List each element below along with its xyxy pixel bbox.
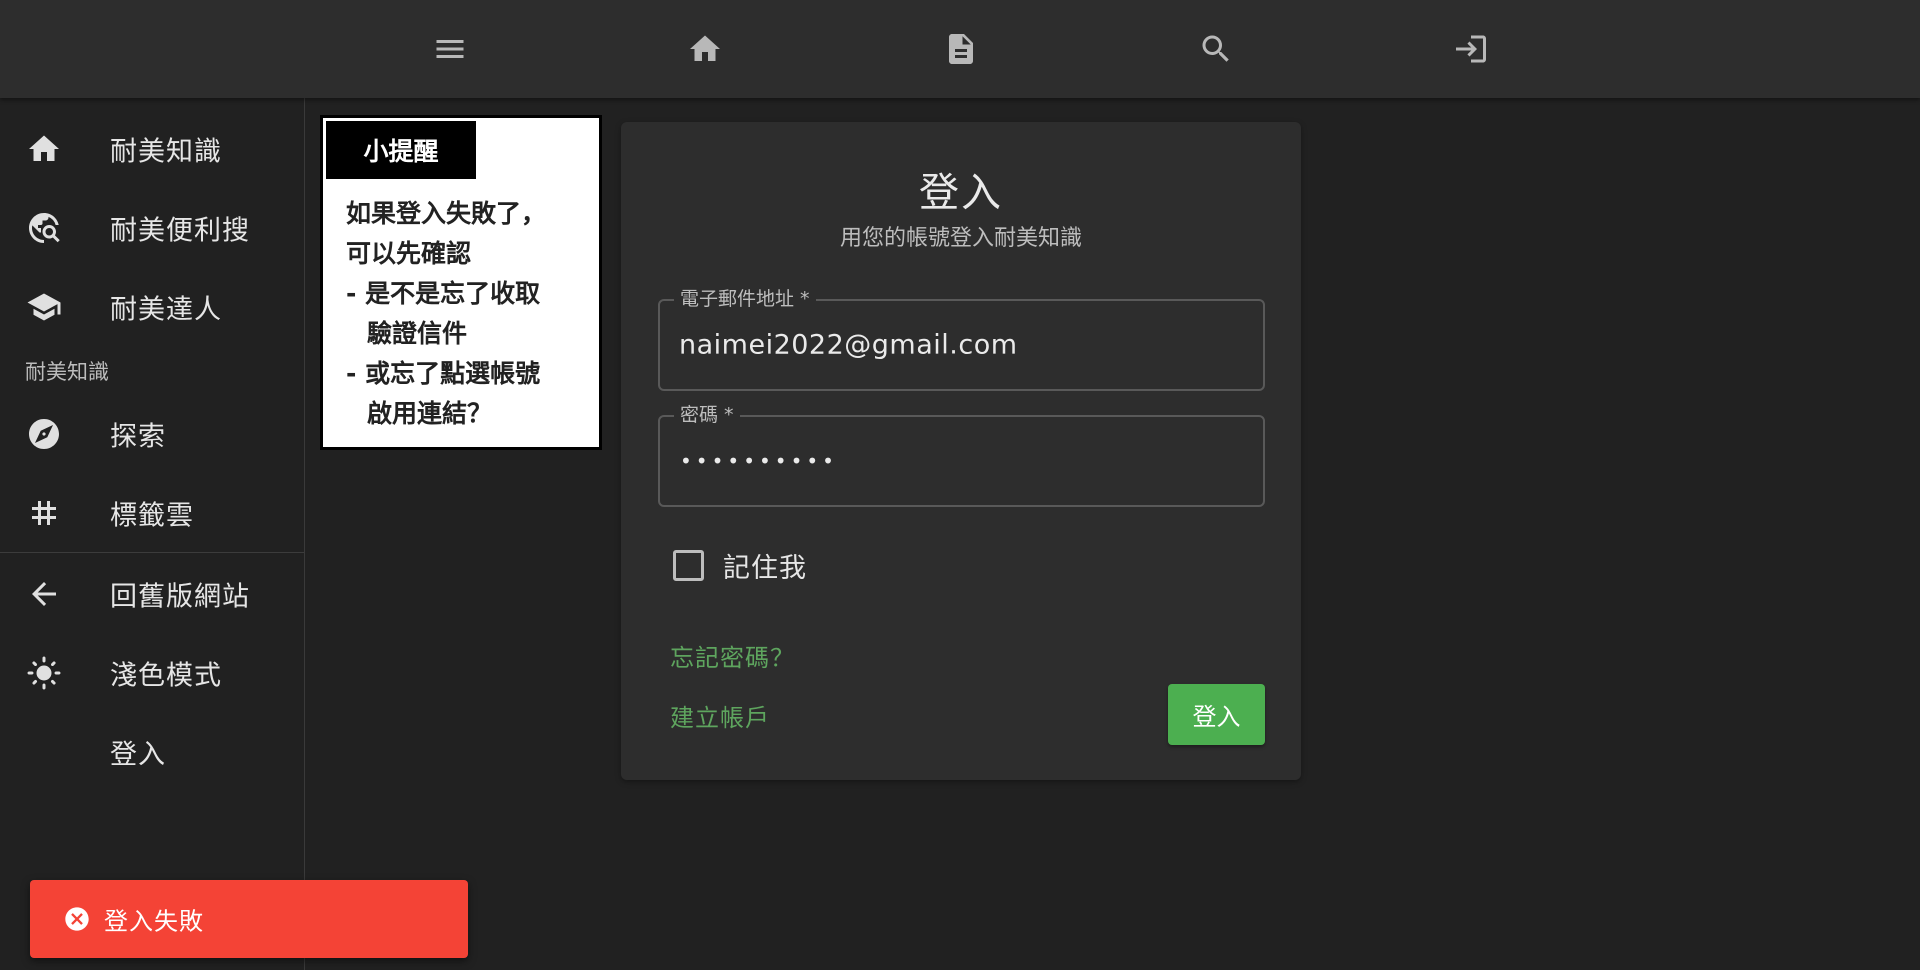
menu-button[interactable] (422, 21, 478, 77)
nav-item-light-mode[interactable]: 淺色模式 (0, 640, 304, 706)
nav-item-old-site[interactable]: 回舊版網站 (0, 561, 304, 627)
nav-item-label: 耐美便利搜 (110, 215, 250, 247)
sun-icon (26, 655, 62, 691)
email-field-label: 電子郵件地址 * (674, 287, 816, 311)
tip-line: 驗證信件 (367, 319, 468, 348)
nav-item-experts[interactable]: 耐美達人 (0, 274, 304, 340)
nav-item-label: 耐美知識 (110, 136, 222, 168)
home-icon (26, 131, 62, 167)
remember-me-label: 記住我 (723, 552, 807, 584)
login-icon (1453, 31, 1489, 67)
login-submit-button[interactable]: 登入 (1168, 684, 1265, 745)
nav-item-explore[interactable]: 探索 (0, 401, 304, 467)
tip-line: 如果登入失敗了， (346, 199, 547, 228)
error-snackbar: 登入失敗 (30, 880, 468, 958)
drawer-subheader: 耐美知識 (25, 360, 109, 384)
remember-me-checkbox[interactable]: 記住我 (673, 542, 807, 588)
tip-line: - 或忘了點選帳號 (346, 359, 541, 388)
login-button-top[interactable] (1443, 21, 1499, 77)
tip-card: 小提醒 如果登入失敗了， 可以先確認 - 是不是忘了收取 驗證信件 - 或忘了點… (320, 115, 602, 450)
nav-item-login[interactable]: 登入 (0, 719, 304, 785)
home-icon (687, 31, 723, 67)
articles-button[interactable] (933, 21, 989, 77)
search-button[interactable] (1188, 21, 1244, 77)
tip-line: 可以先確認 (346, 239, 472, 268)
search-icon (1198, 31, 1234, 67)
create-account-link[interactable]: 建立帳戶 (670, 698, 770, 733)
compass-icon (26, 416, 62, 452)
page-subtitle: 用您的帳號登入耐美知識 (839, 226, 1082, 251)
password-field-value: •••••••••• (680, 449, 838, 473)
error-circle-icon (63, 905, 91, 933)
email-field-value: naimei2022@gmail.com (679, 329, 1018, 361)
menu-icon (432, 31, 468, 67)
nav-item-label: 登入 (110, 739, 166, 771)
checkbox-unchecked-icon[interactable] (673, 549, 704, 581)
top-app-bar (0, 0, 1920, 98)
home-button[interactable] (677, 21, 733, 77)
arrow-left-icon (26, 576, 62, 612)
school-icon (26, 289, 62, 325)
login-card: 登入 用您的帳號登入耐美知識 電子郵件地址 * naimei2022@gmail… (621, 122, 1301, 780)
tip-line: - 是不是忘了收取 (346, 279, 541, 308)
nav-item-label: 標籤雲 (110, 500, 194, 532)
travel-explore-icon (26, 210, 62, 246)
tip-body: 如果登入失敗了， 可以先確認 - 是不是忘了收取 驗證信件 - 或忘了點選帳號 … (346, 194, 591, 434)
drawer-divider (0, 552, 304, 553)
forgot-password-link[interactable]: 忘記密碼？ (670, 638, 795, 673)
nav-item-label: 探索 (110, 421, 166, 453)
tip-title: 小提醒 (326, 121, 476, 179)
nav-item-label: 耐美達人 (110, 294, 222, 326)
nav-item-label: 淺色模式 (110, 660, 222, 692)
nav-item-label: 回舊版網站 (110, 581, 250, 613)
password-field[interactable]: 密碼 * •••••••••• (658, 403, 1265, 507)
navigation-drawer: 耐美知識 耐美便利搜 耐美達人 耐美知識 探索 標籤雲 回舊版網站 淺色模式 登… (0, 98, 305, 970)
nav-item-home[interactable]: 耐美知識 (0, 116, 304, 182)
hashtag-icon (26, 495, 62, 531)
snackbar-message: 登入失敗 (104, 907, 204, 936)
email-field[interactable]: 電子郵件地址 * naimei2022@gmail.com (658, 287, 1265, 391)
nav-item-tag-cloud[interactable]: 標籤雲 (0, 480, 304, 546)
page-title: 登入 (919, 170, 1003, 216)
password-field-label: 密碼 * (674, 403, 740, 427)
tip-line: 啟用連結？ (367, 399, 493, 428)
document-icon (943, 31, 979, 67)
nav-item-search[interactable]: 耐美便利搜 (0, 195, 304, 261)
